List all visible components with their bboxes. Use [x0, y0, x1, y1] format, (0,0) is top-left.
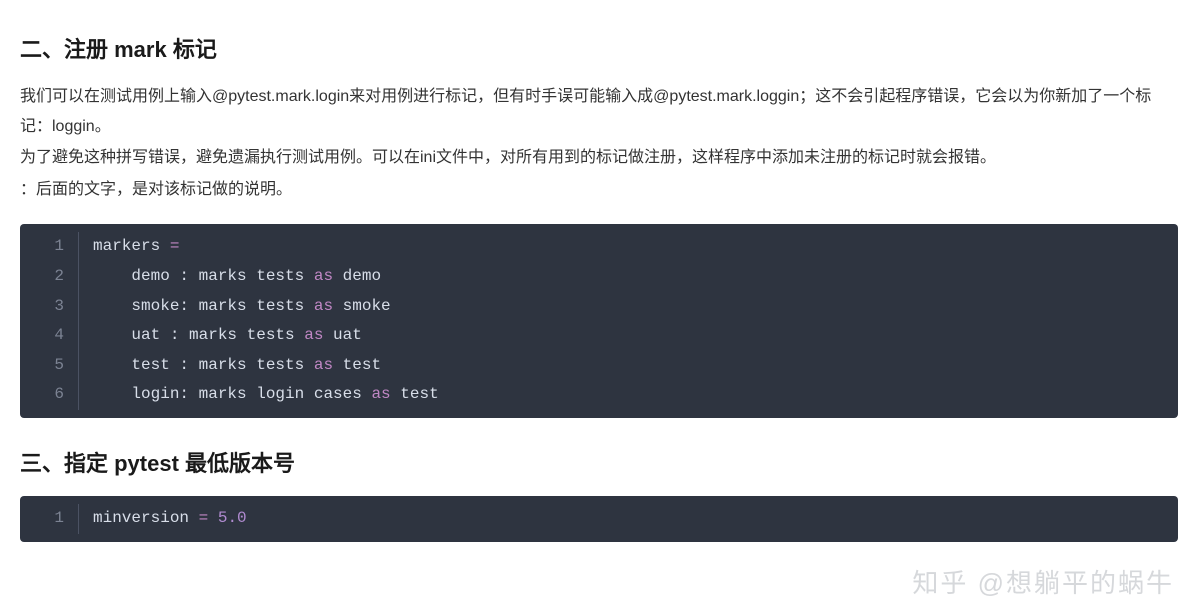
code-line: 2 demo : marks tests as demo — [20, 262, 1178, 292]
code-content: minversion = 5.0 — [78, 504, 1178, 534]
code-line: 5 test : marks tests as test — [20, 351, 1178, 381]
code-content: test : marks tests as test — [78, 351, 1178, 381]
code-line: 1 minversion = 5.0 — [20, 504, 1178, 534]
watermark-text: 知乎 @想躺平的蜗牛 — [912, 563, 1174, 600]
line-number: 5 — [20, 351, 78, 381]
paragraph-text: 我们可以在测试用例上输入@pytest.mark.login来对用例进行标记，但… — [20, 82, 1178, 141]
line-number: 2 — [20, 262, 78, 292]
section-heading-3: 三、指定 pytest 最低版本号 — [20, 446, 1178, 478]
code-block-minversion: 1 minversion = 5.0 — [20, 496, 1178, 542]
line-number: 4 — [20, 321, 78, 351]
line-number: 6 — [20, 380, 78, 410]
code-content: uat : marks tests as uat — [78, 321, 1178, 351]
code-content: login: marks login cases as test — [78, 380, 1178, 410]
code-line: 1 markers = — [20, 232, 1178, 262]
code-content: demo : marks tests as demo — [78, 262, 1178, 292]
code-block-markers: 1 markers = 2 demo : marks tests as demo… — [20, 224, 1178, 418]
line-number: 1 — [20, 232, 78, 262]
code-line: 6 login: marks login cases as test — [20, 380, 1178, 410]
paragraph-text: ：后面的文字，是对该标记做的说明。 — [20, 175, 1178, 205]
code-content: smoke: marks tests as smoke — [78, 292, 1178, 322]
code-content: markers = — [78, 232, 1178, 262]
paragraph-text: 为了避免这种拼写错误，避免遗漏执行测试用例。可以在ini文件中，对所有用到的标记… — [20, 143, 1178, 173]
section-heading-2: 二、注册 mark 标记 — [20, 32, 1178, 64]
code-line: 4 uat : marks tests as uat — [20, 321, 1178, 351]
paragraph-block-1: 我们可以在测试用例上输入@pytest.mark.login来对用例进行标记，但… — [20, 82, 1178, 204]
line-number: 1 — [20, 504, 78, 534]
code-line: 3 smoke: marks tests as smoke — [20, 292, 1178, 322]
line-number: 3 — [20, 292, 78, 322]
